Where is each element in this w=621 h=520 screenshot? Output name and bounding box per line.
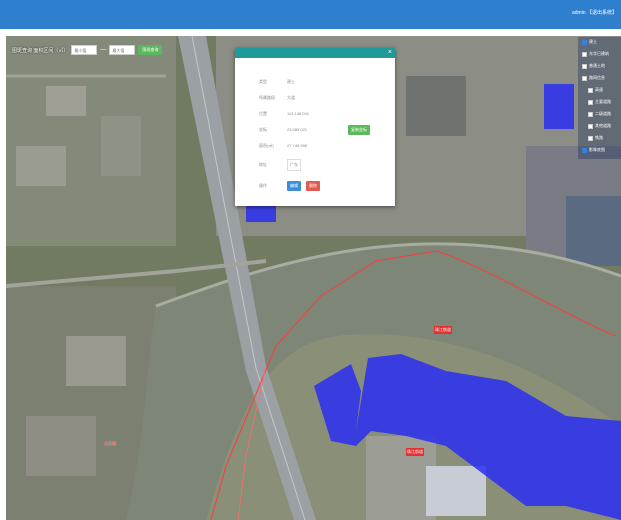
layer-item[interactable]: 东华已建筑 [582,51,609,57]
address-field[interactable]: 广东 [287,159,301,171]
delete-button[interactable]: 删除 [306,181,320,191]
longitude-value: 113.146 091 [287,111,309,116]
highlighted-land-parcel[interactable] [246,206,276,222]
building-block [16,146,66,186]
query-button[interactable]: 图斑查询 [138,45,163,55]
checkbox-icon[interactable] [582,75,587,81]
operation-label: 操作 [259,183,267,188]
checkbox-icon[interactable] [582,51,587,57]
layer-item[interactable]: 铁路 [588,135,603,141]
checkbox-icon[interactable] [582,63,587,69]
place-label: 大石镇 [104,441,116,446]
checkbox-icon[interactable] [588,99,593,105]
building-block [406,76,466,136]
road-label: 所属路段 [259,95,275,100]
building-block [566,196,621,266]
range-separator: — [100,47,107,53]
urban-area-northwest [6,36,176,246]
top-navigation-bar: admin 【退出系统】 [0,0,621,29]
checkbox-icon[interactable] [582,39,587,45]
highlighted-land-parcel[interactable] [544,84,574,129]
layer-item[interactable]: 高速 [588,87,603,93]
building-block [66,336,126,386]
address-label: 地址 [259,162,267,167]
river-label: 珠江航道 [434,326,452,334]
parcel-info-popup: × 类型 建土 所属路段 大道 位置 113.146 091 坐标 23.085… [235,48,395,206]
checkbox-icon[interactable] [588,135,593,141]
river-label: 珠江航道 [406,448,424,456]
layer-item[interactable]: 影像底图 [582,147,605,153]
area-range-label: 图斑查询 面积区间（㎡） [12,47,69,54]
layer-item[interactable]: 普通土地 [582,63,605,69]
coordinate-label: 坐标 [259,127,267,132]
position-label: 位置 [259,111,267,116]
layer-item[interactable]: 主要道路 [588,99,611,105]
min-area-input[interactable] [71,45,98,55]
building-block [46,86,86,116]
layer-item[interactable]: 路网信息 [582,75,605,81]
layer-item[interactable]: 建土 [582,39,597,45]
layer-item[interactable]: 二级道路 [588,111,611,117]
type-label: 类型 [259,79,267,84]
edit-button[interactable]: 编辑 [287,181,301,191]
checkbox-icon[interactable] [582,147,587,153]
layer-control-panel: 建土 东华已建筑 普通土地 路网信息 高速 主要道路 二级道路 其他道路 铁路 … [578,37,621,159]
building-block [26,416,96,476]
building-block [101,116,141,176]
checkbox-icon[interactable] [588,87,593,93]
max-area-input[interactable] [109,45,136,55]
road-value: 大道 [287,95,295,100]
checkbox-icon[interactable] [588,123,593,129]
building-block [426,466,486,516]
type-value: 建土 [287,79,295,84]
copy-coordinates-button[interactable]: 复制坐标 [348,125,370,135]
checkbox-icon[interactable] [588,111,593,117]
area-value: 27.745 998 [287,143,308,148]
popup-header: × [235,48,395,58]
building-block [366,436,436,520]
latitude-value: 23.085 021 [287,127,308,132]
layer-item[interactable]: 其他道路 [588,123,611,129]
area-label: 面积(㎡) [259,143,274,148]
user-logout-link[interactable]: admin 【退出系统】 [572,9,617,16]
close-icon[interactable]: × [388,49,392,57]
query-toolbar: 图斑查询 面积区间（㎡） — 图斑查询 [12,44,163,56]
